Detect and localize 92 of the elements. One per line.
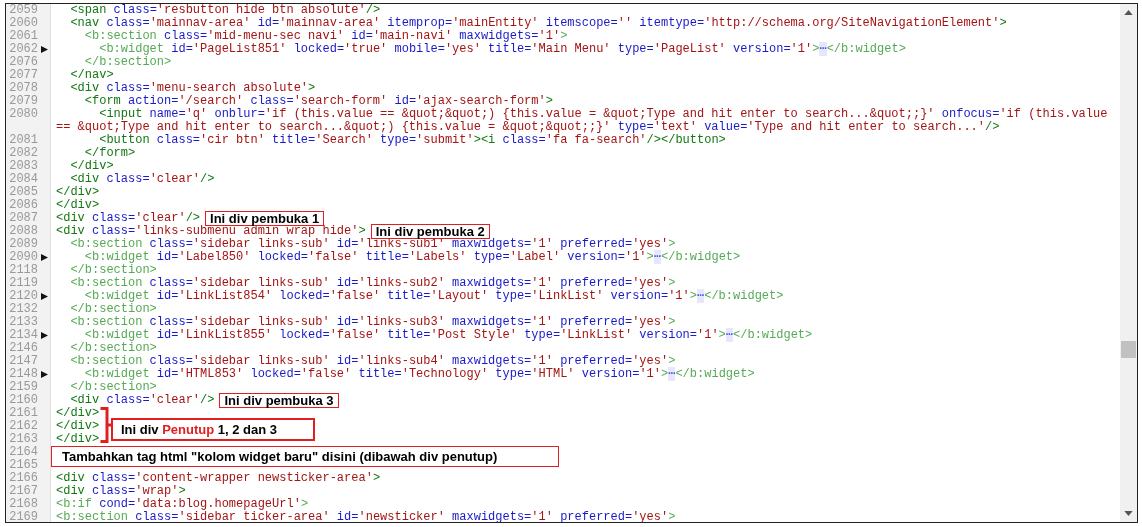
- code-line: </div>: [69, 160, 114, 173]
- code-line: <div class='content-wrapper newsticker-area'>: [56, 472, 381, 485]
- code-line: <nav class='mainnav-area' id='mainnav-area' itemprop='mainEntity' itemscope='' itemtype='http://schema.org/SiteNavigationElement'>: [69, 17, 1007, 30]
- scroll-up-icon[interactable]: [1124, 10, 1133, 15]
- annotation-label: Ini div Penutup 1, 2 dan 3: [111, 418, 315, 441]
- line-number: 2084: [9, 173, 38, 186]
- code-line: <span class='resbutton hide btn absolute'/>: [69, 4, 381, 17]
- code-line: <div class='links-submenu admin wrap hide'>: [56, 225, 366, 238]
- fold-arrow-icon[interactable]: [41, 46, 48, 53]
- line-number: 2169: [9, 511, 38, 522]
- fold-arrow-icon[interactable]: [41, 293, 48, 300]
- line-number: 2060: [9, 17, 38, 30]
- code-line: <b:section class='sidebar links-sub' id='links-sub4' maxwidgets='1' preferred='yes'>: [69, 355, 676, 368]
- line-number: 2165: [9, 459, 38, 472]
- line-number: 2162: [9, 420, 38, 433]
- scrollbar[interactable]: [1120, 4, 1137, 522]
- code-line: </b:section>: [69, 303, 157, 316]
- line-number: 2083: [9, 160, 38, 173]
- line-number: 2133: [9, 316, 38, 329]
- code-line: <b:widget id='LinkList854' locked='false' title='Layout' type='LinkList' version='1'>⋯</b:widget>: [83, 290, 784, 303]
- line-number: 2163: [9, 433, 38, 446]
- line-number: 2120: [9, 290, 38, 303]
- code-line: <div class='menu-search absolute'>: [69, 82, 316, 95]
- line-number: 2146: [9, 342, 38, 355]
- code-line: <b:section class='sidebar links-sub' id='links-sub2' maxwidgets='1' preferred='yes'>: [69, 277, 676, 290]
- scroll-down-icon[interactable]: [1124, 511, 1133, 516]
- line-number: 2161: [9, 407, 38, 420]
- code-line: </form>: [83, 147, 136, 160]
- code-line: </b:section>: [69, 264, 157, 277]
- code-line: <b:widget id='HTML853' locked='false' title='Technology' type='HTML' version='1'>⋯</b:widget>: [83, 368, 755, 381]
- code-line: </div>: [56, 420, 100, 433]
- fold-arrow-icon[interactable]: [41, 371, 48, 378]
- line-number: 2078: [9, 82, 38, 95]
- code-line: <div class='clear'/>: [69, 173, 215, 186]
- fold-arrow-icon[interactable]: [41, 332, 48, 339]
- line-number: 2164: [9, 446, 38, 459]
- code-line: <form action='/search' class='search-form' id='ajax-search-form'>: [83, 95, 553, 108]
- line-number: 2082: [9, 147, 38, 160]
- line-number: 2160: [9, 394, 38, 407]
- code-line: </div>: [56, 199, 100, 212]
- line-number: 2166: [9, 472, 38, 485]
- code-line: <input name='q' onblur='if (this.value == &quot;&quot;) {this.value = &quot;Type and hit enter to search...&quot;;}' onfocus='if (this.value: [98, 108, 1108, 121]
- code-line: <div class='clear'/>: [69, 394, 215, 407]
- line-number: 2059: [9, 4, 38, 17]
- code-line: <div class='wrap'>: [56, 485, 186, 498]
- code-line: <b:section class='sidebar ticker-area' id='newsticker' maxwidgets='1' preferred='yes'>: [56, 511, 676, 522]
- line-number: 2081: [9, 134, 38, 147]
- line-number: 2085: [9, 186, 38, 199]
- annotation-label: Ini div pembuka 1: [205, 211, 325, 226]
- line-number: 2118: [9, 264, 38, 277]
- code-line: </b:section>: [69, 381, 157, 394]
- code-line: <b:if cond='data:blog.homepageUrl'>: [56, 498, 309, 511]
- line-number: 2061: [9, 30, 38, 43]
- line-number: 2076: [9, 56, 38, 69]
- code-line: </b:section>: [83, 56, 172, 69]
- code-line: <b:section class='sidebar links-sub' id='links-sub3' maxwidgets='1' preferred='yes'>: [69, 316, 676, 329]
- code-line: <b:widget id='Label850' locked='false' title='Labels' type='Label' version='1'>⋯</b:widget>: [83, 251, 741, 264]
- line-number: 2132: [9, 303, 38, 316]
- scroll-thumb[interactable]: [1121, 341, 1136, 358]
- code-line: </div>: [56, 186, 100, 199]
- line-number: 2147: [9, 355, 38, 368]
- bracket-drawing: [99, 407, 111, 443]
- code-line: <b:widget id='LinkList855' locked='false' title='Post Style' type='LinkList' version='1'>⋯</b:widget>: [83, 329, 813, 342]
- code-line: </div>: [56, 407, 100, 420]
- line-number: 2077: [9, 69, 38, 82]
- line-number: 2089: [9, 238, 38, 251]
- line-number: 2079: [9, 95, 38, 108]
- line-number: 2062: [9, 43, 38, 56]
- line-number: 2167: [9, 485, 38, 498]
- code-line: <b:widget id='PageList851' locked='true' mobile='yes' title='Main Menu' type='PageList' version='1'>⋯</b:widget>: [98, 43, 906, 56]
- code-line: <b:section class='sidebar links-sub' id='links-sub1' maxwidgets='1' preferred='yes'>: [69, 238, 676, 251]
- line-number: 2088: [9, 225, 38, 238]
- annotation-label: Ini div pembuka 3: [219, 393, 339, 408]
- code-line: </b:section>: [69, 342, 157, 355]
- code-line: == &quot;Type and hit enter to search...&quot;) {this.value = &quot;&quot;;}' type='text' value='Type and hit enter to search...'/>: [56, 121, 1000, 134]
- line-number: 2148: [9, 368, 38, 381]
- code-line: </nav>: [69, 69, 114, 82]
- annotation-label: Tambahkan tag html "kolom widget baru" disini (dibawah div penutup): [51, 446, 559, 467]
- line-number: 2134: [9, 329, 38, 342]
- line-number: 2090: [9, 251, 38, 264]
- line-number: 2119: [9, 277, 38, 290]
- annotation-label: Ini div pembuka 2: [370, 224, 490, 239]
- line-number: 2168: [9, 498, 38, 511]
- code-line: <b:section class='mid-menu-sec navi' id='main-navi' maxwidgets='1'>: [83, 30, 568, 43]
- code-line: <div class='clear'/>: [56, 212, 201, 225]
- line-number: 2159: [9, 381, 38, 394]
- line-number: 2080: [9, 108, 38, 121]
- fold-arrow-icon[interactable]: [41, 254, 48, 261]
- line-number: 2087: [9, 212, 38, 225]
- line-number: 2086: [9, 199, 38, 212]
- code-line: <button class='cir btn' title='Search' type='submit'><i class='fa fa-search'/></button>: [98, 134, 726, 147]
- code-line: </div>: [56, 433, 100, 446]
